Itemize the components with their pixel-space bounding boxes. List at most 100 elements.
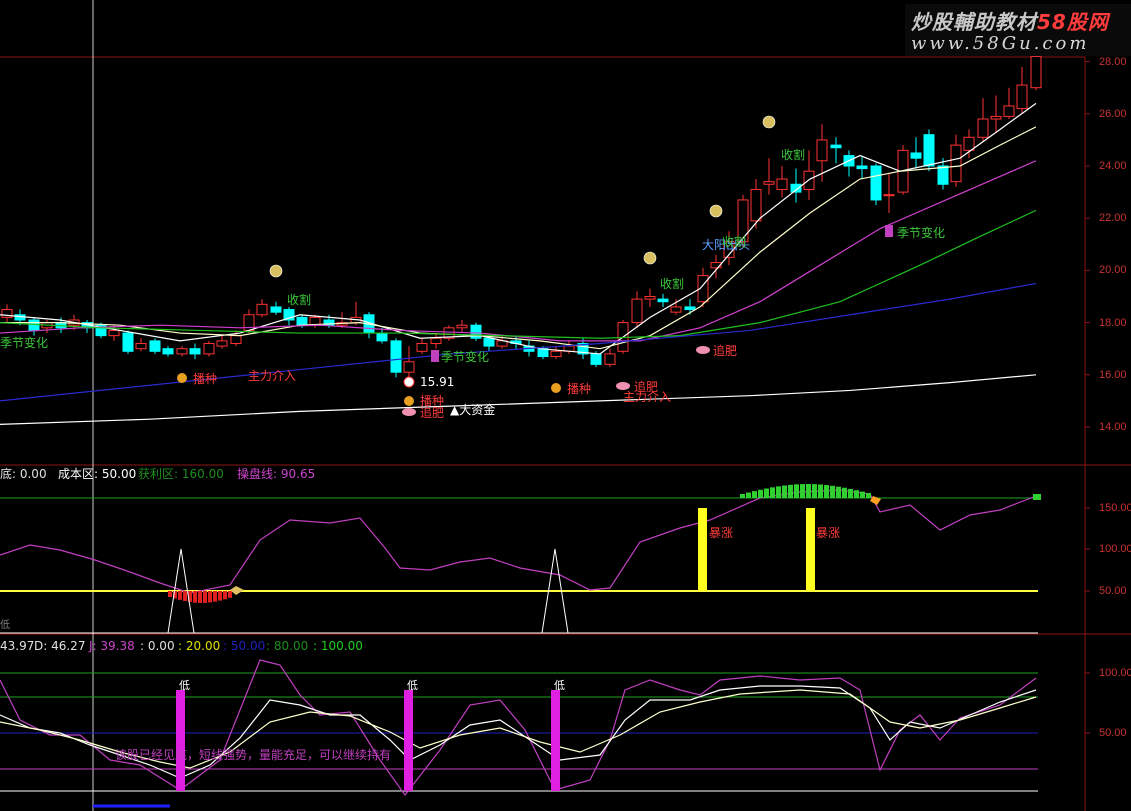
candle-body-up [990,115,1002,120]
candle-body-down [376,332,388,342]
stock-chart-canvas[interactable] [0,0,1131,811]
candle-body-up [416,342,428,352]
watermark-url: www.58Gu.com [911,33,1090,54]
low-signal-bar [404,690,413,791]
bottom-bar [218,591,222,601]
bottom-bar [208,591,212,603]
bottom-bar [228,591,232,598]
ind2-header-value: 43.97 [0,639,35,653]
corner-label: 低 [0,620,10,631]
bottom-bar [168,591,172,597]
price-annotation: 收割 [660,277,685,291]
candle-body-down [390,340,402,373]
profit-bar [854,490,859,498]
bottom-bar [183,591,187,602]
price-annotation: 追肥 [713,344,738,358]
candle-body-up [216,340,228,347]
ma60-line [0,209,1037,339]
price-annotation: 季节变化 [0,336,49,350]
price-annotation: 季节变化 [897,226,946,240]
low-signal-bar [176,690,185,791]
candle-body-down [270,306,282,313]
money-bag-icon [269,264,283,278]
profit-bar [800,484,805,498]
bottom-bar [193,591,197,603]
price-annotation: 收割 [722,235,747,249]
candle-body-down [830,144,842,149]
ind2-header-value: : 100.00 [313,639,363,653]
price-annotation: 主力介入 [248,369,297,383]
candle-body-down [923,134,935,167]
price-annotation: 主力介入 [623,390,672,404]
profit-bar [836,486,841,498]
candle-body-up [1030,55,1042,89]
price-annotation: 播种 [193,372,218,386]
candle-body-up [644,296,656,300]
bottom-bar [178,591,182,600]
candle-body-down [856,165,868,170]
candle-body-up [977,118,989,138]
profit-bar [740,494,745,498]
profit-bar [848,488,853,498]
price-annotation: 播种 [567,382,592,396]
profit-bar [758,489,763,498]
money-bag-icon [709,204,723,218]
ind2-header-value: : 20.00 [178,639,221,653]
profit-bar [866,493,871,498]
price-axis-label: 14.00 [1099,421,1127,433]
money-bag-icon [762,115,776,129]
ma120-line [0,374,1037,425]
fertilize-icon [616,382,630,390]
candle-body-down [483,337,495,347]
candle-body-up [256,303,268,316]
candle-body-down [937,165,949,185]
low-signal-label: 低 [554,679,565,692]
operation-line [0,489,1037,594]
price-annotation: 收割 [287,293,312,307]
profit-bar [806,484,811,498]
candle-body-up [176,348,188,355]
ind2-header-value: : 50.00 [223,639,266,653]
surge-label: 暴涨 [709,526,734,540]
candle-body-up [604,353,616,365]
candle-body-up [135,342,147,350]
price-axis-label: 20.00 [1099,264,1127,277]
candle-body-up [108,329,120,337]
surge-bar [698,508,707,591]
price-axis-label: 24.00 [1099,160,1127,172]
bottom-bar [198,591,202,603]
candle-body-down [149,340,161,352]
watermark: 炒股輔助教材58股网 www.58Gu.com [905,4,1131,56]
ind1-axis-label: 50.00 [1099,585,1127,597]
candle-body-down [537,348,549,358]
fertilize-icon [402,408,416,416]
profit-bar [824,485,829,498]
candle-body-up [750,188,762,222]
watermark-title: 炒股輔助教材58股网 [911,10,1109,34]
price-annotation: 季节变化 [441,350,490,364]
profit-bar [812,484,817,498]
price-axis-label: 16.00 [1099,368,1127,381]
price-axis-label: 22.00 [1099,212,1127,225]
seed-icon [404,396,414,406]
money-bag-icon [643,251,657,265]
seed-icon [177,373,187,383]
price-annotation: 15.91 [420,375,455,389]
candle-body-up [1003,105,1015,117]
candle-body-up [430,337,442,344]
candle-body-up [670,306,682,313]
seed-icon [551,383,561,393]
candle-body-down [684,306,696,311]
ind1-header-value: 操盘线: 90.65 [237,467,316,481]
signal-icon [230,586,244,595]
low-point-icon [403,376,415,388]
ind2-header-value: J: 39.38 [89,639,135,653]
bottom-bar [213,591,217,602]
price-axis-label: 18.00 [1099,316,1127,329]
candle-body-down [590,353,602,365]
candle-body-down [28,319,40,331]
surge-label: 暴涨 [816,526,841,540]
candle-body-up [631,298,643,324]
candle-body-down [189,348,201,355]
season-marker-icon [431,350,439,362]
